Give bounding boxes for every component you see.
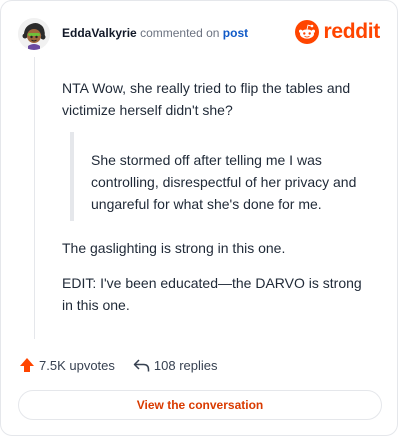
replies-stat[interactable]: 108 replies	[133, 358, 218, 373]
quote-bar	[70, 132, 74, 221]
post-link[interactable]: post	[223, 26, 248, 40]
logo-text: reddit	[323, 20, 380, 43]
comment-stats: 7.5K upvotes 108 replies	[19, 357, 218, 373]
reply-arrow-icon	[133, 358, 150, 371]
comment-header: EddaValkyrie commented on post	[62, 26, 248, 40]
view-conversation-button[interactable]: View the conversation	[18, 390, 382, 420]
username[interactable]: EddaValkyrie	[62, 26, 137, 40]
comment-paragraph-3: EDIT: I've been educated—the DARVO is st…	[62, 275, 362, 313]
quote-text: She stormed off after telling me I was c…	[91, 152, 357, 212]
upvotes-stat[interactable]: 7.5K upvotes	[19, 357, 115, 373]
comment-paragraph-2: The gaslighting is strong in this one.	[62, 240, 286, 256]
action-text: commented on	[140, 26, 220, 40]
comment-text-1: NTA Wow, she really tried to flip the ta…	[62, 80, 351, 118]
avatar[interactable]	[18, 18, 50, 50]
reddit-alien-icon	[295, 20, 320, 44]
upvotes-count: 7.5K upvotes	[39, 357, 115, 373]
thread-line	[34, 57, 35, 339]
upvote-arrow-icon	[20, 358, 34, 372]
comment-paragraph-1: NTA Wow, she really tried to flip the ta…	[62, 77, 372, 121]
reddit-logo[interactable]: reddit	[295, 20, 380, 44]
comment-card: EddaValkyrie commented on post reddit NT…	[0, 0, 398, 436]
replies-count: 108 replies	[153, 357, 218, 373]
